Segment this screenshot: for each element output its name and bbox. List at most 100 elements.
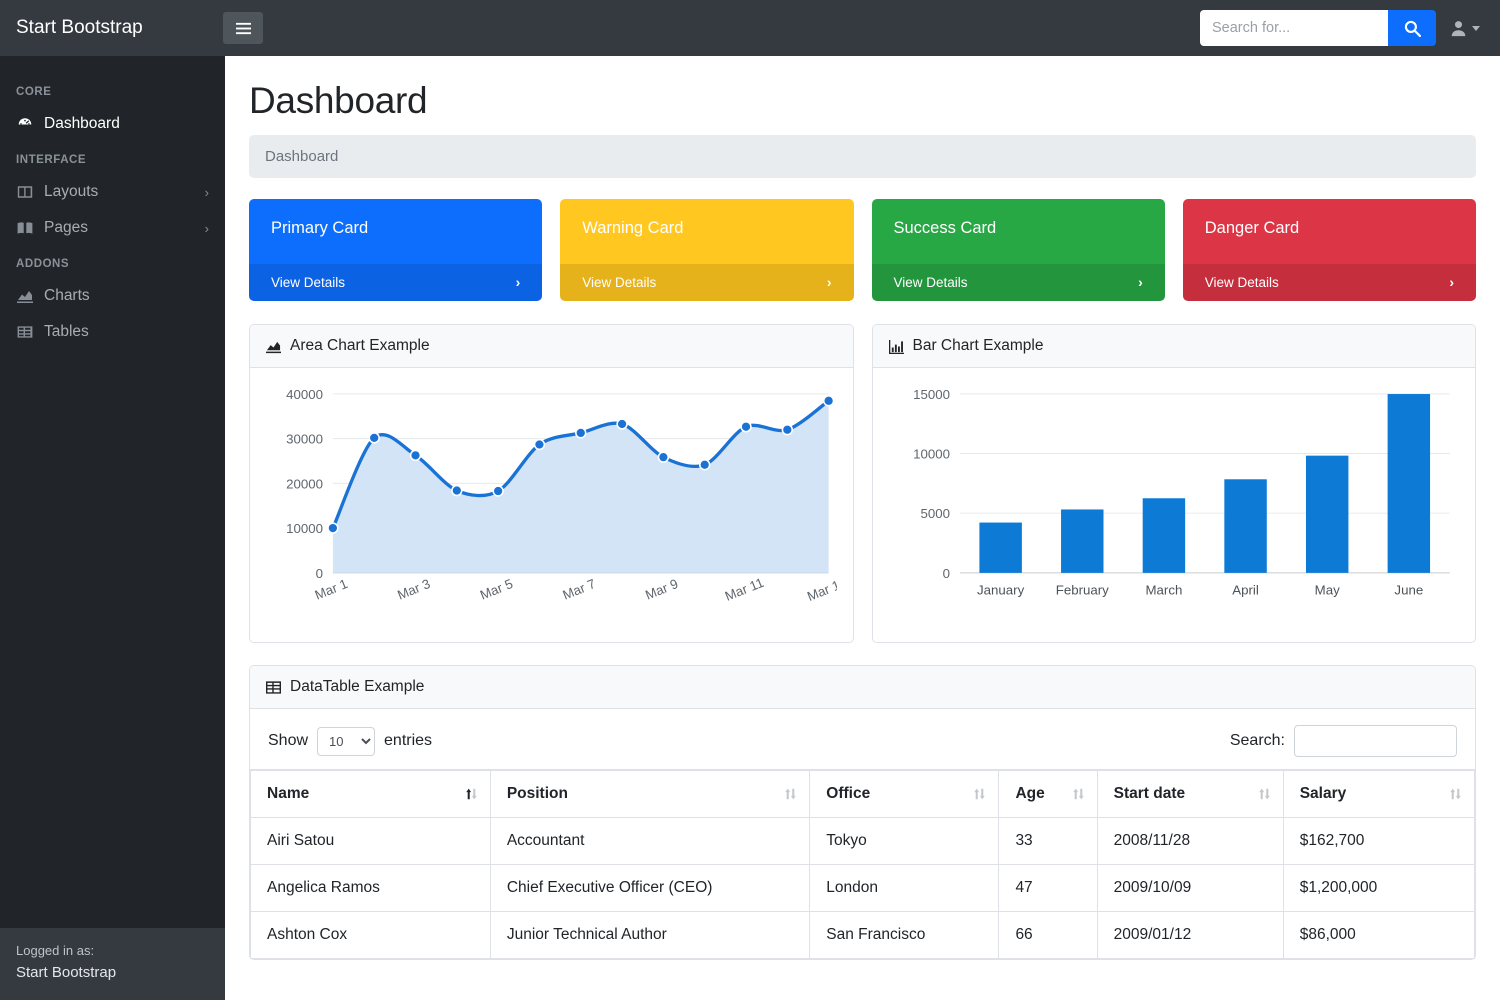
svg-text:30000: 30000 (286, 432, 323, 447)
svg-text:April: April (1232, 583, 1259, 598)
cell-office: London (810, 865, 999, 912)
cell-name: Ashton Cox (251, 912, 491, 959)
area-chart-header: Area Chart Example (250, 325, 853, 368)
table-row[interactable]: Ashton CoxJunior Technical AuthorSan Fra… (251, 912, 1475, 959)
bar-chart-header: Bar Chart Example (873, 325, 1476, 368)
svg-text:Mar 13: Mar 13 (805, 575, 837, 604)
user-menu[interactable] (1450, 20, 1484, 37)
svg-text:20000: 20000 (286, 476, 323, 491)
sidebar-item-dashboard[interactable]: Dashboard (0, 106, 225, 142)
cell-office: Tokyo (810, 818, 999, 865)
cell-position: Accountant (490, 818, 809, 865)
datatable-filter: Search: (1230, 725, 1457, 757)
search-icon[interactable] (1388, 10, 1436, 46)
svg-text:Mar 5: Mar 5 (478, 576, 515, 603)
sidebar-item-label: Tables (44, 323, 89, 341)
sidebar-item-charts[interactable]: Charts (0, 278, 225, 314)
column-header-age[interactable]: Age (999, 770, 1097, 818)
tachometer-icon (16, 116, 33, 132)
cell-age: 47 (999, 865, 1097, 912)
column-header-label: Position (507, 785, 568, 802)
svg-text:10000: 10000 (913, 446, 950, 461)
cell-salary: $86,000 (1283, 912, 1474, 959)
area-chart-plot[interactable]: 010000200003000040000Mar 1Mar 3Mar 5Mar … (266, 382, 837, 627)
chevron-right-icon: › (1449, 274, 1454, 290)
sidebar-item-label: Layouts (44, 183, 98, 201)
stat-card-link-label: View Details (271, 275, 345, 290)
datatable-title: DataTable Example (290, 678, 424, 696)
cell-salary: $1,200,000 (1283, 865, 1474, 912)
svg-text:15000: 15000 (913, 387, 950, 402)
svg-text:Mar 7: Mar 7 (561, 576, 598, 603)
svg-text:May: May (1314, 583, 1339, 598)
column-header-salary[interactable]: Salary (1283, 770, 1474, 818)
column-header-name[interactable]: Name (251, 770, 491, 818)
stat-card-primary[interactable]: Primary CardView Details› (249, 199, 542, 301)
sidebar-heading-interface: INTERFACE (0, 142, 225, 174)
entries-label: entries (384, 732, 432, 750)
sidebar-item-label: Pages (44, 219, 88, 237)
datatable-length-control: Show 102550100 entries (268, 727, 432, 756)
column-header-label: Salary (1300, 785, 1347, 802)
show-label: Show (268, 732, 308, 750)
svg-text:January: January (977, 583, 1025, 598)
table-icon (16, 324, 33, 340)
datatable: Name Position Office Age Start date Salary Ai… (250, 769, 1475, 959)
logged-in-label: Logged in as: (16, 941, 209, 961)
datatable-controls: Show 102550100 entries Search: (250, 709, 1475, 769)
svg-text:March: March (1145, 583, 1182, 598)
cell-name: Airi Satou (251, 818, 491, 865)
column-header-label: Age (1015, 785, 1044, 802)
entries-per-page-select[interactable]: 102550100 (317, 727, 375, 756)
sort-none-icon (1449, 787, 1462, 802)
datatable-header: DataTable Example (250, 666, 1475, 709)
chevron-down-icon (1472, 26, 1480, 31)
column-header-office[interactable]: Office (810, 770, 999, 818)
sidebar-nav: COREDashboardINTERFACELayouts›Pages›ADDO… (0, 56, 225, 928)
sidebar-item-tables[interactable]: Tables (0, 314, 225, 350)
bar-chart-plot[interactable]: 050001000015000JanuaryFebruaryMarchApril… (889, 382, 1460, 627)
search-input[interactable] (1200, 10, 1388, 46)
column-header-label: Name (267, 785, 309, 802)
sidebar-item-pages[interactable]: Pages› (0, 210, 225, 246)
cell-age: 33 (999, 818, 1097, 865)
chart-area-icon (16, 288, 33, 304)
stat-card-warning[interactable]: Warning CardView Details› (560, 199, 853, 301)
brand-logo[interactable]: Start Bootstrap (0, 17, 209, 39)
svg-text:0: 0 (942, 566, 949, 581)
stat-card-title: Danger Card (1183, 199, 1476, 264)
sort-none-icon (784, 787, 797, 802)
cell-position: Chief Executive Officer (CEO) (490, 865, 809, 912)
stat-card-danger[interactable]: Danger CardView Details› (1183, 199, 1476, 301)
datatable-card: DataTable Example Show 102550100 entries… (249, 665, 1476, 960)
stat-card-success[interactable]: Success CardView Details› (872, 199, 1165, 301)
stat-card-link[interactable]: View Details› (560, 264, 853, 301)
datatable-search-input[interactable] (1294, 725, 1457, 757)
sidebar-item-layouts[interactable]: Layouts› (0, 174, 225, 210)
cell-name: Angelica Ramos (251, 865, 491, 912)
table-row[interactable]: Airi SatouAccountantTokyo332008/11/28$16… (251, 818, 1475, 865)
stat-card-link-label: View Details (894, 275, 968, 290)
stat-card-link[interactable]: View Details › (249, 264, 542, 301)
sidebar-item-label: Charts (44, 287, 90, 305)
stat-card-title: Success Card (872, 199, 1165, 264)
column-header-start-date[interactable]: Start date (1097, 770, 1283, 818)
bar-chart-body: 050001000015000JanuaryFebruaryMarchApril… (873, 368, 1476, 642)
svg-text:10000: 10000 (286, 521, 323, 536)
book-open-icon (16, 220, 33, 236)
chevron-right-icon: › (827, 274, 832, 290)
stat-card-link[interactable]: View Details› (1183, 264, 1476, 301)
cell-start: 2008/11/28 (1097, 818, 1283, 865)
cell-start: 2009/10/09 (1097, 865, 1283, 912)
table-row[interactable]: Angelica RamosChief Executive Officer (C… (251, 865, 1475, 912)
hamburger-icon[interactable] (223, 12, 263, 44)
chevron-right-icon: › (516, 274, 521, 290)
stat-card-link[interactable]: View Details› (872, 264, 1165, 301)
column-header-position[interactable]: Position (490, 770, 809, 818)
stat-card-row: Primary CardView Details›Warning CardVie… (249, 199, 1476, 301)
user-icon (1450, 20, 1467, 37)
page-title: Dashboard (249, 80, 1476, 122)
table-icon (266, 680, 281, 695)
cell-office: San Francisco (810, 912, 999, 959)
chart-row: Area Chart Example 010000200003000040000… (249, 324, 1476, 643)
